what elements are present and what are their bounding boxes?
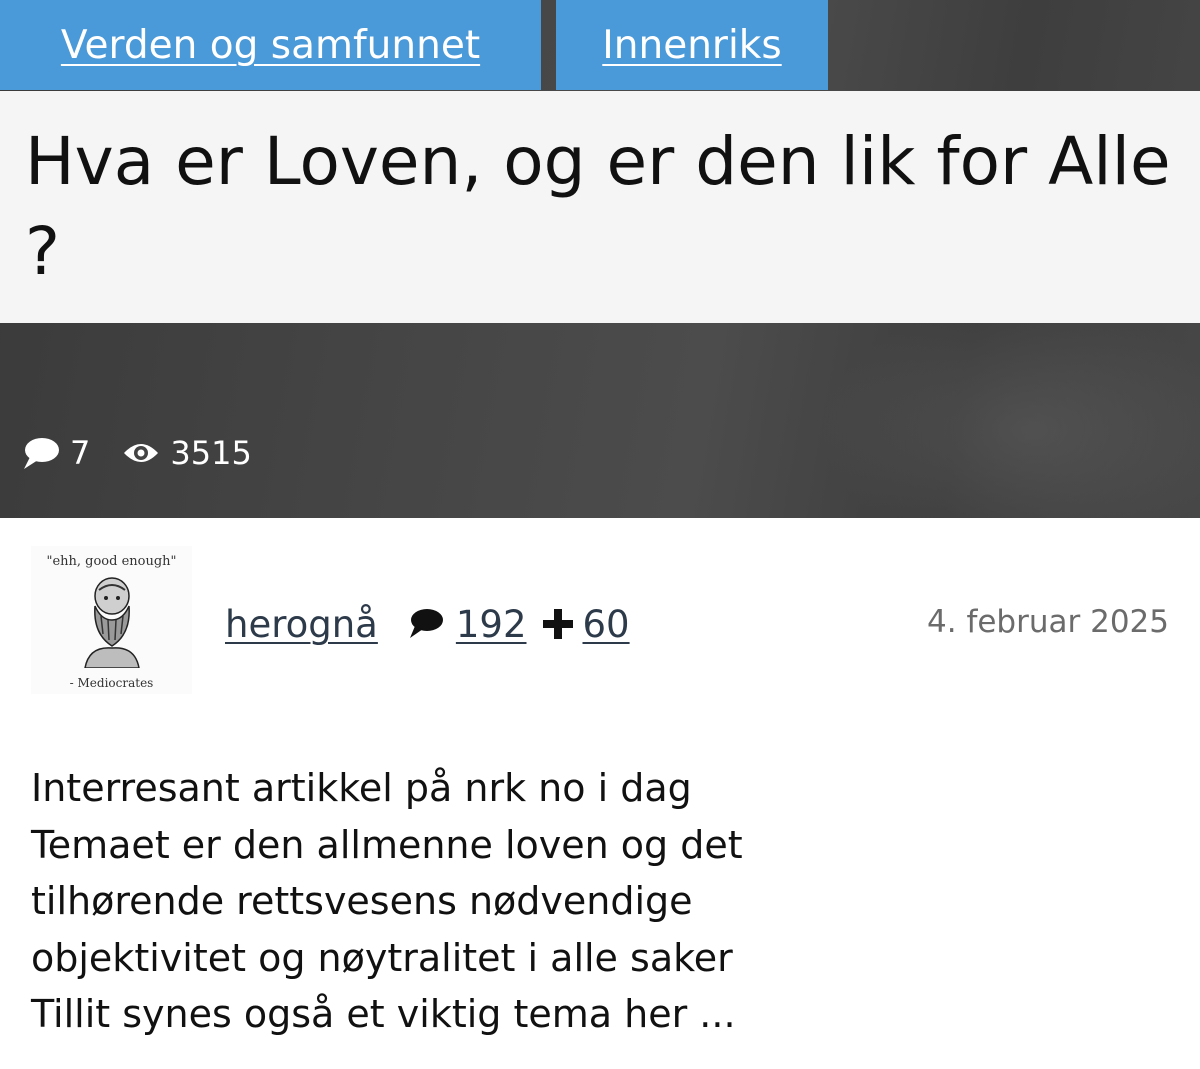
category-tag-innenriks[interactable]: Innenriks xyxy=(556,0,828,90)
views-count: 3515 xyxy=(170,434,252,472)
post-body: Interresant artikkel på nrk no i dag Tem… xyxy=(31,760,851,1043)
article-hero: Verden og samfunnet Innenriks Hva er Lov… xyxy=(0,0,1200,518)
views-stat: 3515 xyxy=(122,434,252,472)
plus-icon xyxy=(542,609,573,639)
body-line: objektivitet og nøytralitet i alle saker xyxy=(31,935,733,980)
category-link-verden[interactable]: Verden og samfunnet xyxy=(61,23,480,68)
avatar-quote: "ehh, good enough" xyxy=(46,554,177,569)
speech-bubble-icon xyxy=(409,609,443,638)
speech-bubble-icon xyxy=(24,438,59,469)
author-row: herognå 192 60 xyxy=(225,596,630,652)
body-line: tilhørende rettsvesens nødvendige xyxy=(31,879,693,923)
author-posts-link[interactable]: 192 xyxy=(456,603,527,646)
body-line: Temaet er den allmenne loven og det xyxy=(31,822,743,867)
author-plus-link[interactable]: 60 xyxy=(583,603,630,646)
body-line: Interresant artikkel på nrk no i dag xyxy=(31,766,692,810)
comments-count: 7 xyxy=(70,434,91,472)
article-stats: 7 3515 xyxy=(22,430,252,476)
title-box: Hva er Loven, og er den lik for Alle ? xyxy=(0,91,1200,323)
comments-stat[interactable]: 7 xyxy=(22,434,90,472)
avatar[interactable]: "ehh, good enough" - Mediocrates xyxy=(31,546,192,694)
author-username-link[interactable]: herognå xyxy=(225,603,378,646)
eye-icon xyxy=(124,444,159,462)
hero-background-shade xyxy=(820,300,1200,518)
category-link-innenriks[interactable]: Innenriks xyxy=(602,23,781,68)
article-title: Hva er Loven, og er den lik for Alle ? xyxy=(25,123,1171,290)
category-tag-verden[interactable]: Verden og samfunnet xyxy=(0,0,541,90)
socrates-bust-image xyxy=(84,577,140,668)
post-date: 4. februar 2025 xyxy=(927,604,1169,640)
avatar-caption: - Mediocrates xyxy=(69,676,154,690)
body-line: Tillit synes også et viktig tema her ... xyxy=(31,992,736,1036)
